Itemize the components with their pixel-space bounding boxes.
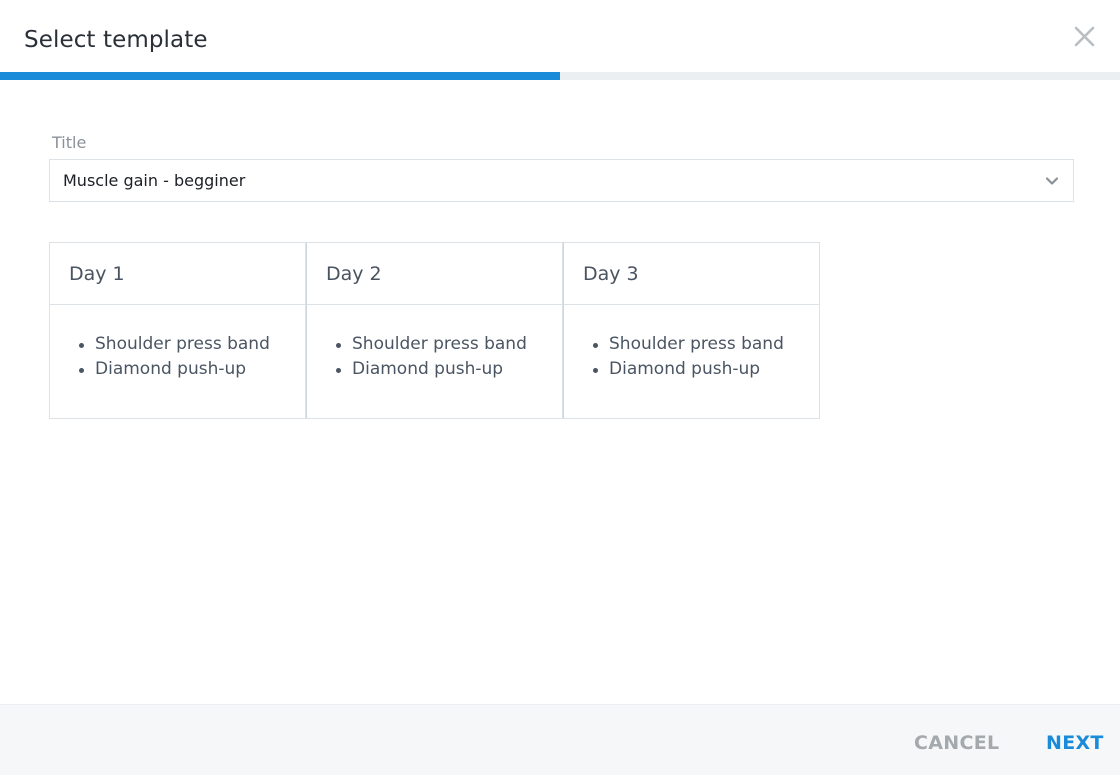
dialog-footer: CANCEL NEXT bbox=[0, 704, 1120, 775]
day-card-header: Day 1 bbox=[50, 243, 305, 305]
title-select[interactable]: Muscle gain - begginer bbox=[49, 159, 1074, 202]
dialog-title: Select template bbox=[24, 27, 208, 53]
day-card-body: Shoulder press band Diamond push-up bbox=[50, 305, 305, 418]
exercise-item: Diamond push-up bbox=[333, 357, 527, 382]
close-icon bbox=[1074, 26, 1095, 47]
exercise-item: Shoulder press band bbox=[76, 332, 270, 357]
exercise-item: Shoulder press band bbox=[590, 332, 784, 357]
exercise-item: Diamond push-up bbox=[76, 357, 270, 382]
close-button[interactable] bbox=[1072, 24, 1098, 50]
progress-bar-fill bbox=[0, 72, 560, 80]
cancel-button[interactable]: CANCEL bbox=[914, 731, 999, 755]
day-title: Day 3 bbox=[583, 263, 639, 285]
select-template-dialog: Select template Title Muscle gain - begg… bbox=[0, 0, 1120, 775]
title-field-label: Title bbox=[52, 133, 87, 152]
exercise-list: Shoulder press band Diamond push-up bbox=[333, 332, 527, 382]
day-card-header: Day 2 bbox=[307, 243, 562, 305]
progress-bar bbox=[0, 72, 1120, 80]
title-select-value: Muscle gain - begginer bbox=[63, 171, 246, 190]
exercise-item: Shoulder press band bbox=[333, 332, 527, 357]
day-card-2[interactable]: Day 2 Shoulder press band Diamond push-u… bbox=[306, 242, 563, 419]
exercise-item: Diamond push-up bbox=[590, 357, 784, 382]
day-card-body: Shoulder press band Diamond push-up bbox=[307, 305, 562, 418]
day-card-3[interactable]: Day 3 Shoulder press band Diamond push-u… bbox=[563, 242, 820, 419]
day-title: Day 1 bbox=[69, 263, 125, 285]
next-button[interactable]: NEXT bbox=[1046, 731, 1104, 755]
day-title: Day 2 bbox=[326, 263, 382, 285]
day-card-body: Shoulder press band Diamond push-up bbox=[564, 305, 819, 418]
exercise-list: Shoulder press band Diamond push-up bbox=[590, 332, 784, 382]
days-grid: Day 1 Shoulder press band Diamond push-u… bbox=[49, 242, 820, 419]
day-card-header: Day 3 bbox=[564, 243, 819, 305]
day-card-1[interactable]: Day 1 Shoulder press band Diamond push-u… bbox=[49, 242, 306, 419]
dialog-header: Select template bbox=[0, 0, 1120, 72]
chevron-down-icon bbox=[1045, 174, 1059, 188]
exercise-list: Shoulder press band Diamond push-up bbox=[76, 332, 270, 382]
